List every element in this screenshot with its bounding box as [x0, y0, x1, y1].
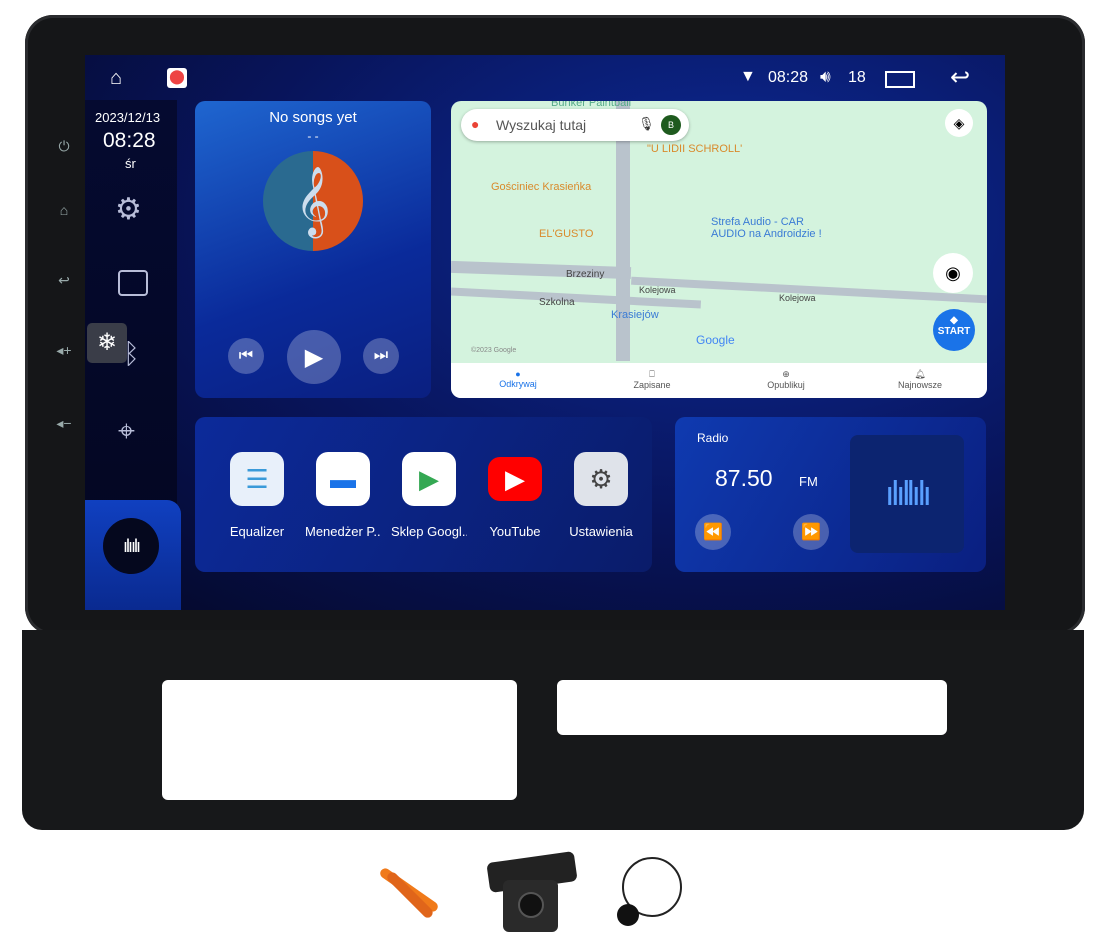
radio-widget[interactable]: Radio 87.50 FM ⏪ ⏩ ılıllılı [675, 417, 986, 572]
app-youtube[interactable]: ▶ YouTube [477, 452, 553, 539]
trim-removal-tools [375, 860, 445, 920]
map-street: Szkolna [539, 297, 575, 308]
map-poi[interactable]: Strefa Audio - CAR AUDIO na Androidzie ! [711, 216, 841, 240]
map-label: Bunker Paintball [551, 101, 632, 109]
app-play-store[interactable]: ▶ Sklep Googl... [391, 452, 467, 539]
radio-band: FM [799, 474, 818, 489]
tab-najnowsze[interactable]: 🔔︎ Najnowsze [853, 363, 987, 390]
folder-icon: ▬ [316, 452, 370, 506]
head-unit-screen: ⌂ ⬤ ▼ 08:28 🔊︎ 18 ↩ 2023/12/13 08:28 śr … [85, 55, 1005, 610]
microphone-icon[interactable]: 🎙︎ [638, 116, 655, 132]
map-street: Kolejowa [779, 293, 816, 303]
voice-icon[interactable]: ılıılı [103, 518, 159, 574]
hardware-buttons: ⏻ ⌂ ↩ ◂+ ◂− [52, 60, 82, 440]
sidebar-time: 08:28 [103, 129, 156, 152]
google-maps-widget[interactable]: Bunker Paintball "U LIDII SCHROLL' Gości… [451, 101, 987, 398]
gear-icon[interactable]: ⚙ [115, 192, 142, 227]
app-equalizer[interactable]: ☰ Equalizer [219, 452, 295, 539]
frame-cutout-right [557, 680, 947, 735]
seek-forward-button[interactable]: ⏩ [793, 514, 829, 550]
play-store-icon: ▶ [402, 452, 456, 506]
radio-label: Radio [697, 431, 729, 445]
play-button[interactable]: ▶ [287, 330, 341, 384]
apps-widget: ☰ Equalizer ▬ Menedżer P... ▶ Sklep Googl..… [195, 417, 652, 572]
voice-panel: ılıılı [85, 500, 181, 610]
song-title: No songs yet [269, 109, 357, 126]
song-artist: - - [307, 129, 319, 143]
location-pin-icon[interactable]: ⌖ [118, 415, 135, 449]
add-circle-icon: ⊕ [782, 369, 790, 379]
back-icon[interactable]: ↩ [950, 63, 970, 92]
bell-icon: 🔔︎ [914, 369, 926, 379]
google-maps-icon[interactable]: ⬤ [167, 68, 187, 88]
sound-wave-icon: ılıllılı [850, 435, 964, 553]
sidebar-weekday: śr [125, 156, 136, 171]
app-file-manager[interactable]: ▬ Menedżer P... [305, 452, 381, 539]
layers-icon[interactable]: ◈ [945, 109, 973, 137]
tab-odkrywaj[interactable]: ● Odkrywaj [451, 363, 585, 389]
frame-cutout-left [162, 680, 517, 800]
back-button[interactable]: ↩ [52, 272, 76, 289]
my-location-icon[interactable]: ◉ [933, 253, 973, 293]
google-logo: Google [696, 333, 735, 347]
settings-icon: ⚙ [574, 452, 628, 506]
recents-icon[interactable] [885, 71, 915, 88]
sidebar: 2023/12/13 08:28 śr ⚙ ᛒ ❄ ⌖ ılıılı [85, 100, 181, 610]
next-button[interactable]: ⏭ [363, 338, 399, 374]
wifi-icon: ▼ [740, 68, 756, 85]
search-placeholder: Wyszukaj tutaj [496, 117, 587, 133]
map-poi[interactable]: "U LIDII SCHROLL' [647, 143, 742, 155]
app-settings[interactable]: ⚙ Ustawienia [563, 452, 639, 539]
equalizer-icon: ☰ [230, 452, 284, 506]
explore-pin-icon: ● [515, 369, 521, 379]
volume-level: 18 [848, 69, 866, 86]
map-poi[interactable]: Gościniec Krasieńka [491, 181, 591, 193]
volume-icon[interactable]: 🔊︎ [820, 67, 831, 87]
snowflake-icon[interactable]: ❄ [87, 323, 127, 363]
directions-icon: ◆ [950, 315, 958, 326]
power-button[interactable]: ⏻ [52, 138, 76, 155]
music-widget[interactable]: No songs yet - - 𝄞 ⏮ ▶ ⏭ [195, 101, 431, 398]
microphone-accessory [612, 852, 697, 932]
start-navigation-button[interactable]: ◆ START [933, 309, 975, 351]
youtube-icon: ▶ [488, 457, 542, 501]
seek-back-button[interactable]: ⏪ [695, 514, 731, 550]
radio-icon[interactable] [118, 270, 148, 296]
map-poi[interactable]: EL'GUSTO [539, 228, 593, 240]
tab-opublikuj[interactable]: ⊕ Opublikuj [719, 363, 853, 390]
sidebar-date: 2023/12/13 [95, 110, 161, 125]
mounting-frame [22, 630, 1084, 830]
map-street: Kolejowa [639, 285, 676, 295]
volume-up-button[interactable]: ◂+ [52, 342, 76, 359]
status-time: 08:28 [768, 69, 809, 86]
radio-frequency: 87.50 [715, 465, 773, 491]
bookmark-icon: ⎕ [649, 369, 655, 379]
tab-zapisane[interactable]: ⎕ Zapisane [585, 363, 719, 390]
album-art: 𝄞 [263, 151, 363, 251]
home-button[interactable]: ⌂ [52, 202, 76, 218]
home-outline-icon[interactable]: ⌂ [110, 67, 122, 90]
map-poi[interactable]: Krasiejów [611, 309, 659, 321]
map-street: Brzeziny [566, 269, 605, 280]
map-bottom-nav: ● Odkrywaj ⎕ Zapisane ⊕ Opublikuj 🔔︎ Najnows… [451, 363, 987, 398]
map-copyright: ©2023 Google [471, 347, 517, 354]
volume-down-button[interactable]: ◂− [52, 415, 76, 432]
account-avatar[interactable]: B [661, 115, 681, 135]
previous-button[interactable]: ⏮ [228, 338, 264, 374]
map-search-bar[interactable]: ● Wyszukaj tutaj 🎙︎ B [461, 109, 689, 141]
maps-pin-icon: ● [471, 116, 480, 132]
backup-camera [486, 851, 578, 937]
